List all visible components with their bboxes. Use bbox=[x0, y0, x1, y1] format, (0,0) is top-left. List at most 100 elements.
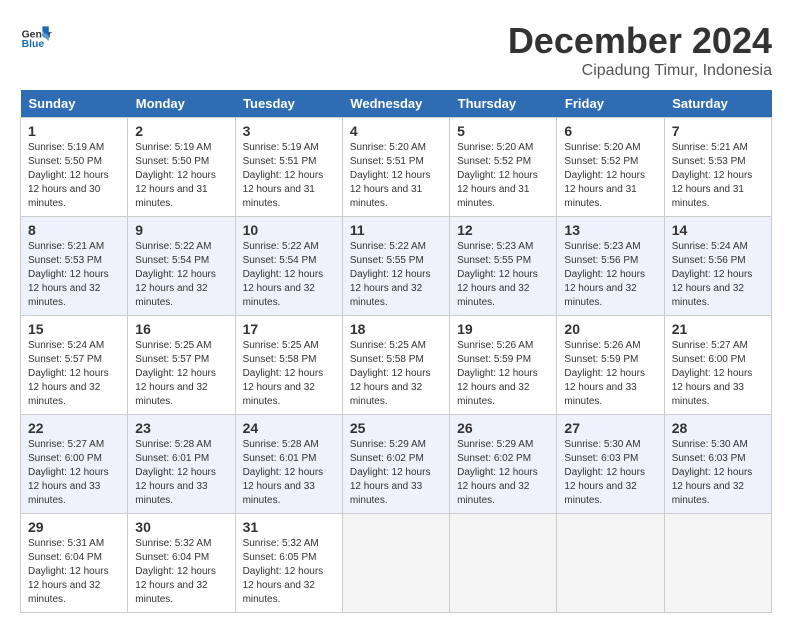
calendar-cell: 27 Sunrise: 5:30 AM Sunset: 6:03 PM Dayl… bbox=[557, 415, 664, 514]
day-info: Sunrise: 5:32 AM Sunset: 6:05 PM Dayligh… bbox=[243, 538, 324, 605]
calendar-cell: 24 Sunrise: 5:28 AM Sunset: 6:01 PM Dayl… bbox=[235, 415, 342, 514]
weekday-header-thursday: Thursday bbox=[450, 90, 557, 118]
day-number: 11 bbox=[350, 222, 442, 238]
day-number: 6 bbox=[564, 123, 656, 139]
subtitle: Cipadung Timur, Indonesia bbox=[508, 62, 772, 80]
weekday-header-sunday: Sunday bbox=[21, 90, 128, 118]
calendar-cell: 15 Sunrise: 5:24 AM Sunset: 5:57 PM Dayl… bbox=[21, 316, 128, 415]
calendar-cell: 4 Sunrise: 5:20 AM Sunset: 5:51 PM Dayli… bbox=[342, 118, 449, 217]
day-number: 24 bbox=[243, 420, 335, 436]
day-info: Sunrise: 5:30 AM Sunset: 6:03 PM Dayligh… bbox=[672, 439, 753, 506]
day-info: Sunrise: 5:19 AM Sunset: 5:50 PM Dayligh… bbox=[135, 142, 216, 209]
calendar-cell: 3 Sunrise: 5:19 AM Sunset: 5:51 PM Dayli… bbox=[235, 118, 342, 217]
day-number: 17 bbox=[243, 321, 335, 337]
day-number: 30 bbox=[135, 519, 227, 535]
day-info: Sunrise: 5:20 AM Sunset: 5:52 PM Dayligh… bbox=[457, 142, 538, 209]
day-info: Sunrise: 5:23 AM Sunset: 5:55 PM Dayligh… bbox=[457, 241, 538, 308]
calendar-cell: 10 Sunrise: 5:22 AM Sunset: 5:54 PM Dayl… bbox=[235, 217, 342, 316]
calendar-cell: 23 Sunrise: 5:28 AM Sunset: 6:01 PM Dayl… bbox=[128, 415, 235, 514]
calendar-cell bbox=[557, 514, 664, 613]
day-number: 23 bbox=[135, 420, 227, 436]
day-info: Sunrise: 5:26 AM Sunset: 5:59 PM Dayligh… bbox=[457, 340, 538, 407]
calendar-cell: 2 Sunrise: 5:19 AM Sunset: 5:50 PM Dayli… bbox=[128, 118, 235, 217]
day-info: Sunrise: 5:22 AM Sunset: 5:54 PM Dayligh… bbox=[243, 241, 324, 308]
day-number: 5 bbox=[457, 123, 549, 139]
day-number: 1 bbox=[28, 123, 120, 139]
weekday-header-friday: Friday bbox=[557, 90, 664, 118]
calendar-cell: 20 Sunrise: 5:26 AM Sunset: 5:59 PM Dayl… bbox=[557, 316, 664, 415]
day-number: 14 bbox=[672, 222, 764, 238]
calendar-week-1: 1 Sunrise: 5:19 AM Sunset: 5:50 PM Dayli… bbox=[21, 118, 772, 217]
day-info: Sunrise: 5:23 AM Sunset: 5:56 PM Dayligh… bbox=[564, 241, 645, 308]
calendar-cell: 14 Sunrise: 5:24 AM Sunset: 5:56 PM Dayl… bbox=[664, 217, 771, 316]
day-info: Sunrise: 5:22 AM Sunset: 5:54 PM Dayligh… bbox=[135, 241, 216, 308]
day-number: 21 bbox=[672, 321, 764, 337]
logo-icon: General Blue bbox=[20, 20, 52, 52]
day-info: Sunrise: 5:29 AM Sunset: 6:02 PM Dayligh… bbox=[350, 439, 431, 506]
calendar-cell bbox=[664, 514, 771, 613]
day-info: Sunrise: 5:19 AM Sunset: 5:51 PM Dayligh… bbox=[243, 142, 324, 209]
calendar-week-5: 29 Sunrise: 5:31 AM Sunset: 6:04 PM Dayl… bbox=[21, 514, 772, 613]
calendar-table: SundayMondayTuesdayWednesdayThursdayFrid… bbox=[20, 90, 772, 613]
calendar-cell bbox=[342, 514, 449, 613]
day-number: 16 bbox=[135, 321, 227, 337]
calendar-cell: 18 Sunrise: 5:25 AM Sunset: 5:58 PM Dayl… bbox=[342, 316, 449, 415]
day-number: 18 bbox=[350, 321, 442, 337]
calendar-cell: 11 Sunrise: 5:22 AM Sunset: 5:55 PM Dayl… bbox=[342, 217, 449, 316]
day-number: 19 bbox=[457, 321, 549, 337]
calendar-cell: 6 Sunrise: 5:20 AM Sunset: 5:52 PM Dayli… bbox=[557, 118, 664, 217]
calendar-cell: 31 Sunrise: 5:32 AM Sunset: 6:05 PM Dayl… bbox=[235, 514, 342, 613]
day-info: Sunrise: 5:27 AM Sunset: 6:00 PM Dayligh… bbox=[672, 340, 753, 407]
calendar-header: SundayMondayTuesdayWednesdayThursdayFrid… bbox=[21, 90, 772, 118]
day-info: Sunrise: 5:32 AM Sunset: 6:04 PM Dayligh… bbox=[135, 538, 216, 605]
calendar-cell: 19 Sunrise: 5:26 AM Sunset: 5:59 PM Dayl… bbox=[450, 316, 557, 415]
day-number: 2 bbox=[135, 123, 227, 139]
day-info: Sunrise: 5:25 AM Sunset: 5:58 PM Dayligh… bbox=[350, 340, 431, 407]
day-info: Sunrise: 5:19 AM Sunset: 5:50 PM Dayligh… bbox=[28, 142, 109, 209]
day-number: 20 bbox=[564, 321, 656, 337]
day-number: 25 bbox=[350, 420, 442, 436]
day-info: Sunrise: 5:26 AM Sunset: 5:59 PM Dayligh… bbox=[564, 340, 645, 407]
day-number: 29 bbox=[28, 519, 120, 535]
day-number: 15 bbox=[28, 321, 120, 337]
title-area: December 2024 Cipadung Timur, Indonesia bbox=[508, 20, 772, 80]
calendar-cell: 5 Sunrise: 5:20 AM Sunset: 5:52 PM Dayli… bbox=[450, 118, 557, 217]
calendar-cell: 25 Sunrise: 5:29 AM Sunset: 6:02 PM Dayl… bbox=[342, 415, 449, 514]
day-number: 12 bbox=[457, 222, 549, 238]
logo: General Blue bbox=[20, 20, 52, 52]
day-info: Sunrise: 5:28 AM Sunset: 6:01 PM Dayligh… bbox=[243, 439, 324, 506]
calendar-week-2: 8 Sunrise: 5:21 AM Sunset: 5:53 PM Dayli… bbox=[21, 217, 772, 316]
svg-text:Blue: Blue bbox=[22, 39, 45, 50]
calendar-week-3: 15 Sunrise: 5:24 AM Sunset: 5:57 PM Dayl… bbox=[21, 316, 772, 415]
day-number: 27 bbox=[564, 420, 656, 436]
day-number: 28 bbox=[672, 420, 764, 436]
day-info: Sunrise: 5:21 AM Sunset: 5:53 PM Dayligh… bbox=[28, 241, 109, 308]
calendar-cell: 17 Sunrise: 5:25 AM Sunset: 5:58 PM Dayl… bbox=[235, 316, 342, 415]
calendar-body: 1 Sunrise: 5:19 AM Sunset: 5:50 PM Dayli… bbox=[21, 118, 772, 613]
page-header: General Blue December 2024 Cipadung Timu… bbox=[20, 20, 772, 80]
calendar-cell: 26 Sunrise: 5:29 AM Sunset: 6:02 PM Dayl… bbox=[450, 415, 557, 514]
day-number: 22 bbox=[28, 420, 120, 436]
day-info: Sunrise: 5:27 AM Sunset: 6:00 PM Dayligh… bbox=[28, 439, 109, 506]
day-info: Sunrise: 5:28 AM Sunset: 6:01 PM Dayligh… bbox=[135, 439, 216, 506]
calendar-cell: 1 Sunrise: 5:19 AM Sunset: 5:50 PM Dayli… bbox=[21, 118, 128, 217]
day-number: 9 bbox=[135, 222, 227, 238]
calendar-week-4: 22 Sunrise: 5:27 AM Sunset: 6:00 PM Dayl… bbox=[21, 415, 772, 514]
weekday-header-wednesday: Wednesday bbox=[342, 90, 449, 118]
day-info: Sunrise: 5:29 AM Sunset: 6:02 PM Dayligh… bbox=[457, 439, 538, 506]
day-number: 31 bbox=[243, 519, 335, 535]
day-number: 3 bbox=[243, 123, 335, 139]
calendar-cell: 16 Sunrise: 5:25 AM Sunset: 5:57 PM Dayl… bbox=[128, 316, 235, 415]
weekday-header-monday: Monday bbox=[128, 90, 235, 118]
calendar-cell: 7 Sunrise: 5:21 AM Sunset: 5:53 PM Dayli… bbox=[664, 118, 771, 217]
calendar-cell: 22 Sunrise: 5:27 AM Sunset: 6:00 PM Dayl… bbox=[21, 415, 128, 514]
day-info: Sunrise: 5:31 AM Sunset: 6:04 PM Dayligh… bbox=[28, 538, 109, 605]
day-info: Sunrise: 5:20 AM Sunset: 5:52 PM Dayligh… bbox=[564, 142, 645, 209]
calendar-cell: 28 Sunrise: 5:30 AM Sunset: 6:03 PM Dayl… bbox=[664, 415, 771, 514]
day-info: Sunrise: 5:21 AM Sunset: 5:53 PM Dayligh… bbox=[672, 142, 753, 209]
day-number: 4 bbox=[350, 123, 442, 139]
day-info: Sunrise: 5:25 AM Sunset: 5:57 PM Dayligh… bbox=[135, 340, 216, 407]
calendar-cell: 13 Sunrise: 5:23 AM Sunset: 5:56 PM Dayl… bbox=[557, 217, 664, 316]
day-number: 7 bbox=[672, 123, 764, 139]
calendar-cell: 9 Sunrise: 5:22 AM Sunset: 5:54 PM Dayli… bbox=[128, 217, 235, 316]
